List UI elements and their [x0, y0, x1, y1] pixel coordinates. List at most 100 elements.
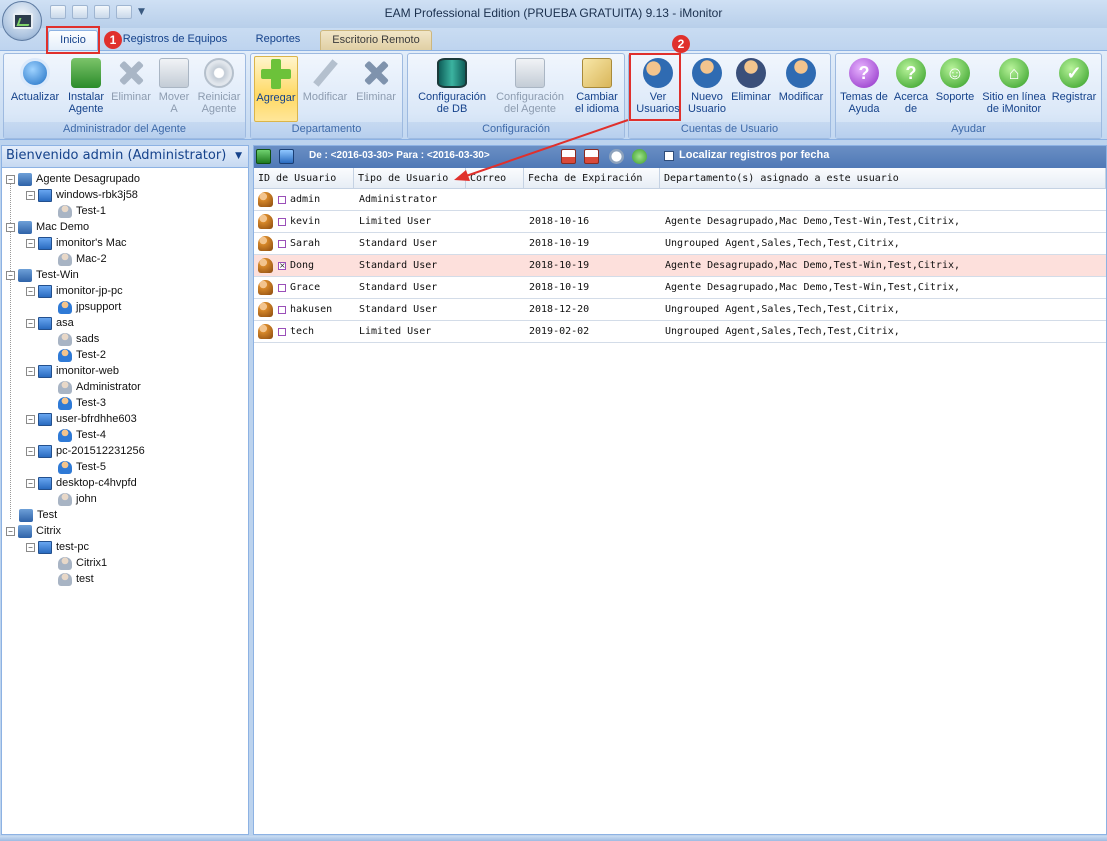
table-row[interactable]: kevin Limited User 2018-10-16 Agente Des…	[254, 211, 1106, 233]
tree-node-computer[interactable]: − imonitor-jp-pc	[26, 283, 123, 299]
row-checkbox[interactable]	[278, 306, 286, 314]
tree-node-user[interactable]: Citrix1	[58, 555, 107, 571]
install-agent-button[interactable]: Instalar Agente	[62, 56, 110, 122]
col-user-type[interactable]: Tipo de Usuario	[354, 168, 466, 189]
col-expiration[interactable]: Fecha de Expiración	[524, 168, 660, 189]
locate-by-date-checkbox[interactable]	[664, 151, 674, 161]
group-label: Configuración	[408, 122, 624, 138]
collapse-icon[interactable]: −	[26, 414, 35, 424]
app-menu-orb[interactable]	[2, 1, 42, 41]
table-row[interactable]: tech Limited User 2019-02-02 Ungrouped A…	[254, 321, 1106, 343]
tree-node-group[interactable]: − Test-Win	[6, 267, 79, 283]
tree-node-group[interactable]: − Mac Demo	[6, 219, 89, 235]
tab-registros-de-equipos[interactable]: Registros de Equipos	[112, 30, 238, 50]
collapse-icon[interactable]: −	[26, 366, 35, 376]
change-language-button[interactable]: Cambiar el idioma	[570, 56, 624, 122]
user-icon	[58, 332, 72, 346]
row-checkbox[interactable]	[278, 240, 286, 248]
col-departments[interactable]: Departamento(s) asignado a este usuario	[660, 168, 1106, 189]
table-row[interactable]: Sarah Standard User 2018-10-19 Ungrouped…	[254, 233, 1106, 255]
row-checkbox[interactable]	[278, 196, 286, 204]
tree-node-computer[interactable]: − imonitor's Mac	[26, 235, 127, 251]
help-icon: ?	[849, 58, 879, 88]
table-row[interactable]: admin Administrator	[254, 189, 1106, 211]
go-icon[interactable]	[632, 149, 647, 164]
tree-node-computer[interactable]: − asa	[26, 315, 74, 331]
delete-agent-button[interactable]: Eliminar	[108, 56, 154, 122]
tree-node-user[interactable]: john	[58, 491, 97, 507]
support-button[interactable]: ☺ Soporte	[932, 56, 978, 122]
welcome-header[interactable]: Bienvenido admin (Administrator) ▼	[2, 146, 248, 168]
row-checkbox[interactable]	[278, 218, 286, 226]
about-button[interactable]: ? Acerca de	[890, 56, 932, 122]
tree-node-computer[interactable]: − user-bfrdhhe603	[26, 411, 137, 427]
tree-node-user[interactable]: Mac-2	[58, 251, 107, 267]
tree-node-user[interactable]: Test-3	[58, 395, 106, 411]
clock-icon[interactable]	[609, 149, 624, 164]
agent-tree-panel: Bienvenido admin (Administrator) ▼ − Agen…	[1, 145, 249, 835]
collapse-icon[interactable]: −	[26, 286, 35, 296]
user-icon	[58, 348, 72, 362]
collapse-icon[interactable]: −	[6, 270, 15, 280]
tab-escritorio-remoto[interactable]: Escritorio Remoto	[320, 30, 432, 50]
tree-node-computer[interactable]: − desktop-c4hvpfd	[26, 475, 137, 491]
collapse-icon[interactable]: −	[26, 238, 35, 248]
tree-node-computer[interactable]: − windows-rbk3j58	[26, 187, 138, 203]
collapse-icon[interactable]: −	[26, 542, 35, 552]
tree-node-computer[interactable]: − pc-201512231256	[26, 443, 145, 459]
collapse-icon[interactable]: −	[6, 526, 15, 536]
tree-node-user[interactable]: Administrator	[58, 379, 141, 395]
users-grid: ID de Usuario Tipo de Usuario Correo Fec…	[254, 168, 1106, 343]
col-email[interactable]: Correo	[466, 168, 524, 189]
tree-node-user[interactable]: jpsupport	[58, 299, 121, 315]
register-button[interactable]: ✓ Registrar	[1048, 56, 1100, 122]
delete-user-button[interactable]: Eliminar	[728, 56, 774, 122]
collapse-icon[interactable]: −	[6, 222, 15, 232]
chevron-down-icon[interactable]: ▼	[235, 146, 242, 166]
tree-node-user[interactable]: Test-5	[58, 459, 106, 475]
tab-reportes[interactable]: Reportes	[244, 30, 312, 50]
tree-node-user[interactable]: Test-2	[58, 347, 106, 363]
collapse-icon[interactable]: −	[6, 174, 15, 184]
row-checkbox[interactable]	[278, 328, 286, 336]
table-row[interactable]: Grace Standard User 2018-10-19 Agente De…	[254, 277, 1106, 299]
tree-node-user[interactable]: test	[58, 571, 94, 587]
tree-node-group[interactable]: − Agente Desagrupado	[6, 171, 140, 187]
agent-config-button[interactable]: Configuración del Agente	[490, 56, 570, 122]
group-label: Administrador del Agente	[4, 122, 245, 138]
row-checkbox[interactable]: ×	[278, 262, 286, 270]
tree-node-group[interactable]: Test	[19, 507, 57, 523]
excel-export-icon[interactable]	[256, 149, 271, 164]
website-button[interactable]: ⌂ Sitio en línea de iMonitor	[978, 56, 1050, 122]
collapse-icon[interactable]: −	[26, 190, 35, 200]
tree-node-computer[interactable]: − test-pc	[26, 539, 89, 555]
image-export-icon[interactable]	[279, 149, 294, 164]
db-config-button[interactable]: Configuración de DB	[412, 56, 492, 122]
table-row-selected[interactable]: × Dong Standard User 2018-10-19 Agente D…	[254, 255, 1106, 277]
collapse-icon[interactable]: −	[26, 446, 35, 456]
highlight-inicio	[46, 26, 100, 54]
col-user-id[interactable]: ID de Usuario	[254, 168, 354, 189]
modify-user-icon	[786, 58, 816, 88]
restart-agent-button[interactable]: Reiniciar Agente	[194, 56, 244, 122]
refresh-button[interactable]: Actualizar	[7, 56, 63, 122]
modify-user-button[interactable]: Modificar	[773, 56, 829, 122]
tree-node-computer[interactable]: − imonitor-web	[26, 363, 119, 379]
modify-department-button[interactable]: Modificar	[299, 56, 351, 122]
tree-node-user[interactable]: Test-1	[58, 203, 106, 219]
add-department-button[interactable]: Agregar	[254, 56, 298, 122]
computer-icon	[38, 444, 52, 458]
help-topics-button[interactable]: ? Temas de Ayuda	[838, 56, 890, 122]
row-checkbox[interactable]	[278, 284, 286, 292]
delete-department-button[interactable]: Eliminar	[351, 56, 401, 122]
tree-node-user[interactable]: sads	[58, 331, 99, 347]
calendar-to-icon[interactable]	[584, 149, 599, 164]
collapse-icon[interactable]: −	[26, 478, 35, 488]
tree-node-user[interactable]: Test-4	[58, 427, 106, 443]
collapse-icon[interactable]: −	[26, 318, 35, 328]
move-to-button[interactable]: Mover A	[154, 56, 194, 122]
table-row[interactable]: hakusen Standard User 2018-12-20 Ungroup…	[254, 299, 1106, 321]
new-user-button[interactable]: Nuevo Usuario	[685, 56, 729, 122]
tree-node-group[interactable]: − Citrix	[6, 523, 61, 539]
calendar-from-icon[interactable]	[561, 149, 576, 164]
